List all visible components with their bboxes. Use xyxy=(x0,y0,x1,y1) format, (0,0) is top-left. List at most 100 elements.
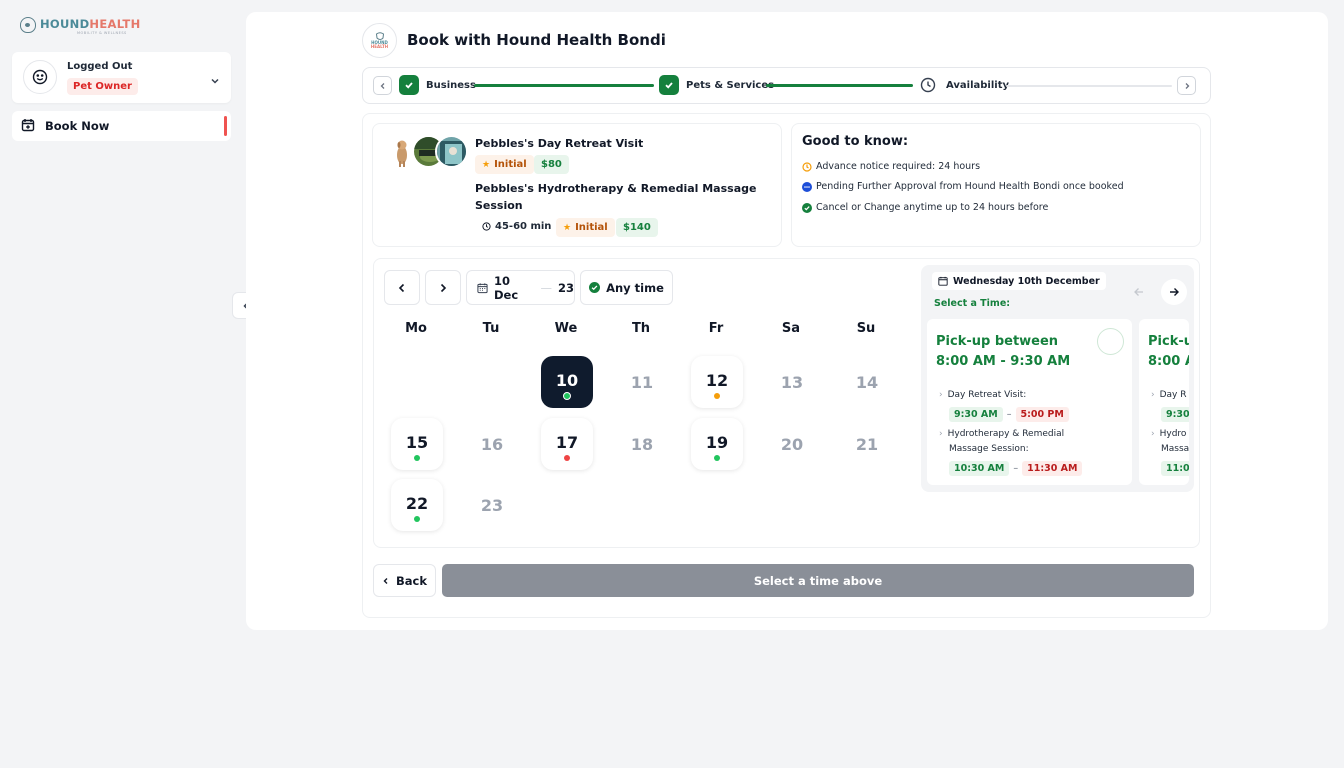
date-range-picker[interactable]: 10 Dec — 23 xyxy=(466,270,575,305)
pool-photo xyxy=(435,135,468,168)
calendar-day[interactable]: 15 xyxy=(391,418,443,470)
cancel-text: Cancel or Change anytime up to 24 hours … xyxy=(816,202,1049,213)
price-badge: $140 xyxy=(616,218,658,237)
time-slot-card[interactable]: Pick-u 8:00 A › Day R 9:30 › Hydro Massa 1… xyxy=(1139,319,1189,485)
prev-week-button[interactable] xyxy=(384,270,420,305)
day-number: 11 xyxy=(630,372,654,392)
arrow-left-icon xyxy=(1134,288,1143,296)
chevron-right-icon: › xyxy=(1151,429,1155,439)
slot-times: 10:30 AM – 11:30 AM xyxy=(949,461,1083,476)
arrow-right-icon xyxy=(1170,288,1179,296)
stepper-next-button[interactable] xyxy=(1177,76,1196,95)
end-time: 5:00 PM xyxy=(1015,407,1069,422)
slot-times: 11:0 xyxy=(1161,461,1189,476)
active-indicator xyxy=(224,116,227,136)
day-number: 20 xyxy=(780,434,804,454)
day-number: 12 xyxy=(705,370,729,390)
slot-service-name: Day Retreat Visit: xyxy=(947,390,1027,400)
approval-row: Pending Further Approval from Hound Heal… xyxy=(802,181,1124,192)
service-title: Pebbles's Day Retreat Visit xyxy=(475,137,644,150)
calendar-day: 21 xyxy=(841,418,893,470)
weekday-label: Tu xyxy=(482,321,500,336)
start-time: 9:30 AM xyxy=(949,407,1003,422)
slot-service: › Hydro xyxy=(1151,427,1186,442)
calendar-day[interactable]: 12 xyxy=(691,356,743,408)
step-availability[interactable]: Availability xyxy=(946,80,1009,91)
role-badge: Pet Owner xyxy=(67,78,138,95)
stepper-prev-button[interactable] xyxy=(373,76,392,95)
sidebar-item-label: Book Now xyxy=(45,119,110,133)
user-menu[interactable]: Logged Out Pet Owner xyxy=(12,52,231,103)
day-number: 15 xyxy=(405,432,429,452)
step-connector xyxy=(474,84,654,87)
back-label: Back xyxy=(396,573,427,588)
slot-service-name: Day R xyxy=(1159,390,1187,400)
calendar-day[interactable]: 17 xyxy=(541,418,593,470)
app-logo[interactable]: HOUNDHEALTH MOBILITY & WELLNESS xyxy=(20,17,141,35)
clock-icon xyxy=(802,161,812,172)
calendar-plus-icon xyxy=(21,117,35,136)
day-number: 14 xyxy=(855,372,879,392)
slot-service: › Hydrotherapy & Remedial xyxy=(939,427,1064,442)
chevron-right-icon: › xyxy=(1151,390,1155,400)
chevron-left-icon xyxy=(383,577,388,584)
calendar-day: 20 xyxy=(766,418,818,470)
calendar-icon xyxy=(477,282,488,293)
calendar-day[interactable]: 22 xyxy=(391,479,443,531)
weekday-label: Su xyxy=(856,321,876,336)
calendar-day[interactable]: 10 xyxy=(541,356,593,408)
day-number: 13 xyxy=(780,372,804,392)
chevron-right-icon: › xyxy=(939,390,943,400)
start-time: 11:0 xyxy=(1161,461,1189,476)
back-button[interactable]: Back xyxy=(373,564,436,597)
start-time: 10:30 AM xyxy=(949,461,1010,476)
slot-service: › Day Retreat Visit: xyxy=(939,388,1026,403)
day-number: 23 xyxy=(480,495,504,515)
cancel-row: Cancel or Change anytime up to 24 hours … xyxy=(802,202,1048,213)
range-end: 23 xyxy=(557,280,574,295)
slot-window: 8:00 A xyxy=(1148,354,1189,369)
day-number: 19 xyxy=(705,432,729,452)
selected-date-text: Wednesday 10th December xyxy=(953,275,1100,287)
availability-dot xyxy=(714,455,720,461)
availability-dot xyxy=(414,516,420,522)
step-business[interactable]: Business xyxy=(426,80,476,91)
chevron-right-icon: › xyxy=(939,429,943,439)
chevron-right-icon xyxy=(440,283,447,292)
clock-icon xyxy=(920,77,936,97)
time-filter-button[interactable]: Any time xyxy=(580,270,673,305)
prev-slots-button[interactable] xyxy=(1126,279,1152,305)
slot-times: 9:30 AM – 5:00 PM xyxy=(949,407,1069,422)
notice-row: Advance notice required: 24 hours xyxy=(802,161,980,172)
price-badge: $80 xyxy=(534,155,569,174)
availability-dot xyxy=(564,455,570,461)
calendar-day: 18 xyxy=(616,418,668,470)
step-pets-services[interactable]: Pets & Services xyxy=(686,80,774,91)
step-connector xyxy=(1006,85,1172,87)
slot-radio[interactable] xyxy=(1097,328,1124,355)
pet-photos xyxy=(388,135,468,168)
business-logo: HOUND HEALTH xyxy=(362,23,397,58)
pending-icon xyxy=(802,181,812,192)
slot-service-cont: Massa xyxy=(1161,444,1189,454)
check-circle-icon xyxy=(589,282,601,293)
step-connector xyxy=(766,84,913,87)
next-week-button[interactable] xyxy=(425,270,461,305)
next-slots-button[interactable] xyxy=(1161,279,1187,305)
slot-service-name: Hydrotherapy & Remedial xyxy=(947,429,1065,439)
calendar-day[interactable]: 19 xyxy=(691,418,743,470)
slot-title: Pick-up between xyxy=(936,334,1059,349)
calendar-day: 14 xyxy=(841,356,893,408)
day-number: 18 xyxy=(630,434,654,454)
time-slot-card[interactable]: Pick-up between 8:00 AM - 9:30 AM › Day R… xyxy=(927,319,1132,485)
duration-label: 45-60 min xyxy=(482,221,551,232)
sidebar-item-book-now[interactable]: Book Now xyxy=(12,111,231,141)
calendar-day: 23 xyxy=(466,479,518,531)
confirm-time-button[interactable]: Select a time above xyxy=(442,564,1194,597)
time-separator: – xyxy=(1006,409,1012,420)
initial-badge: ★ Initial xyxy=(556,218,615,237)
approval-text: Pending Further Approval from Hound Heal… xyxy=(816,181,1124,192)
chevron-down-icon[interactable] xyxy=(210,71,220,90)
badge-label: Initial xyxy=(494,159,527,170)
selected-date-label: Wednesday 10th December xyxy=(932,272,1106,290)
